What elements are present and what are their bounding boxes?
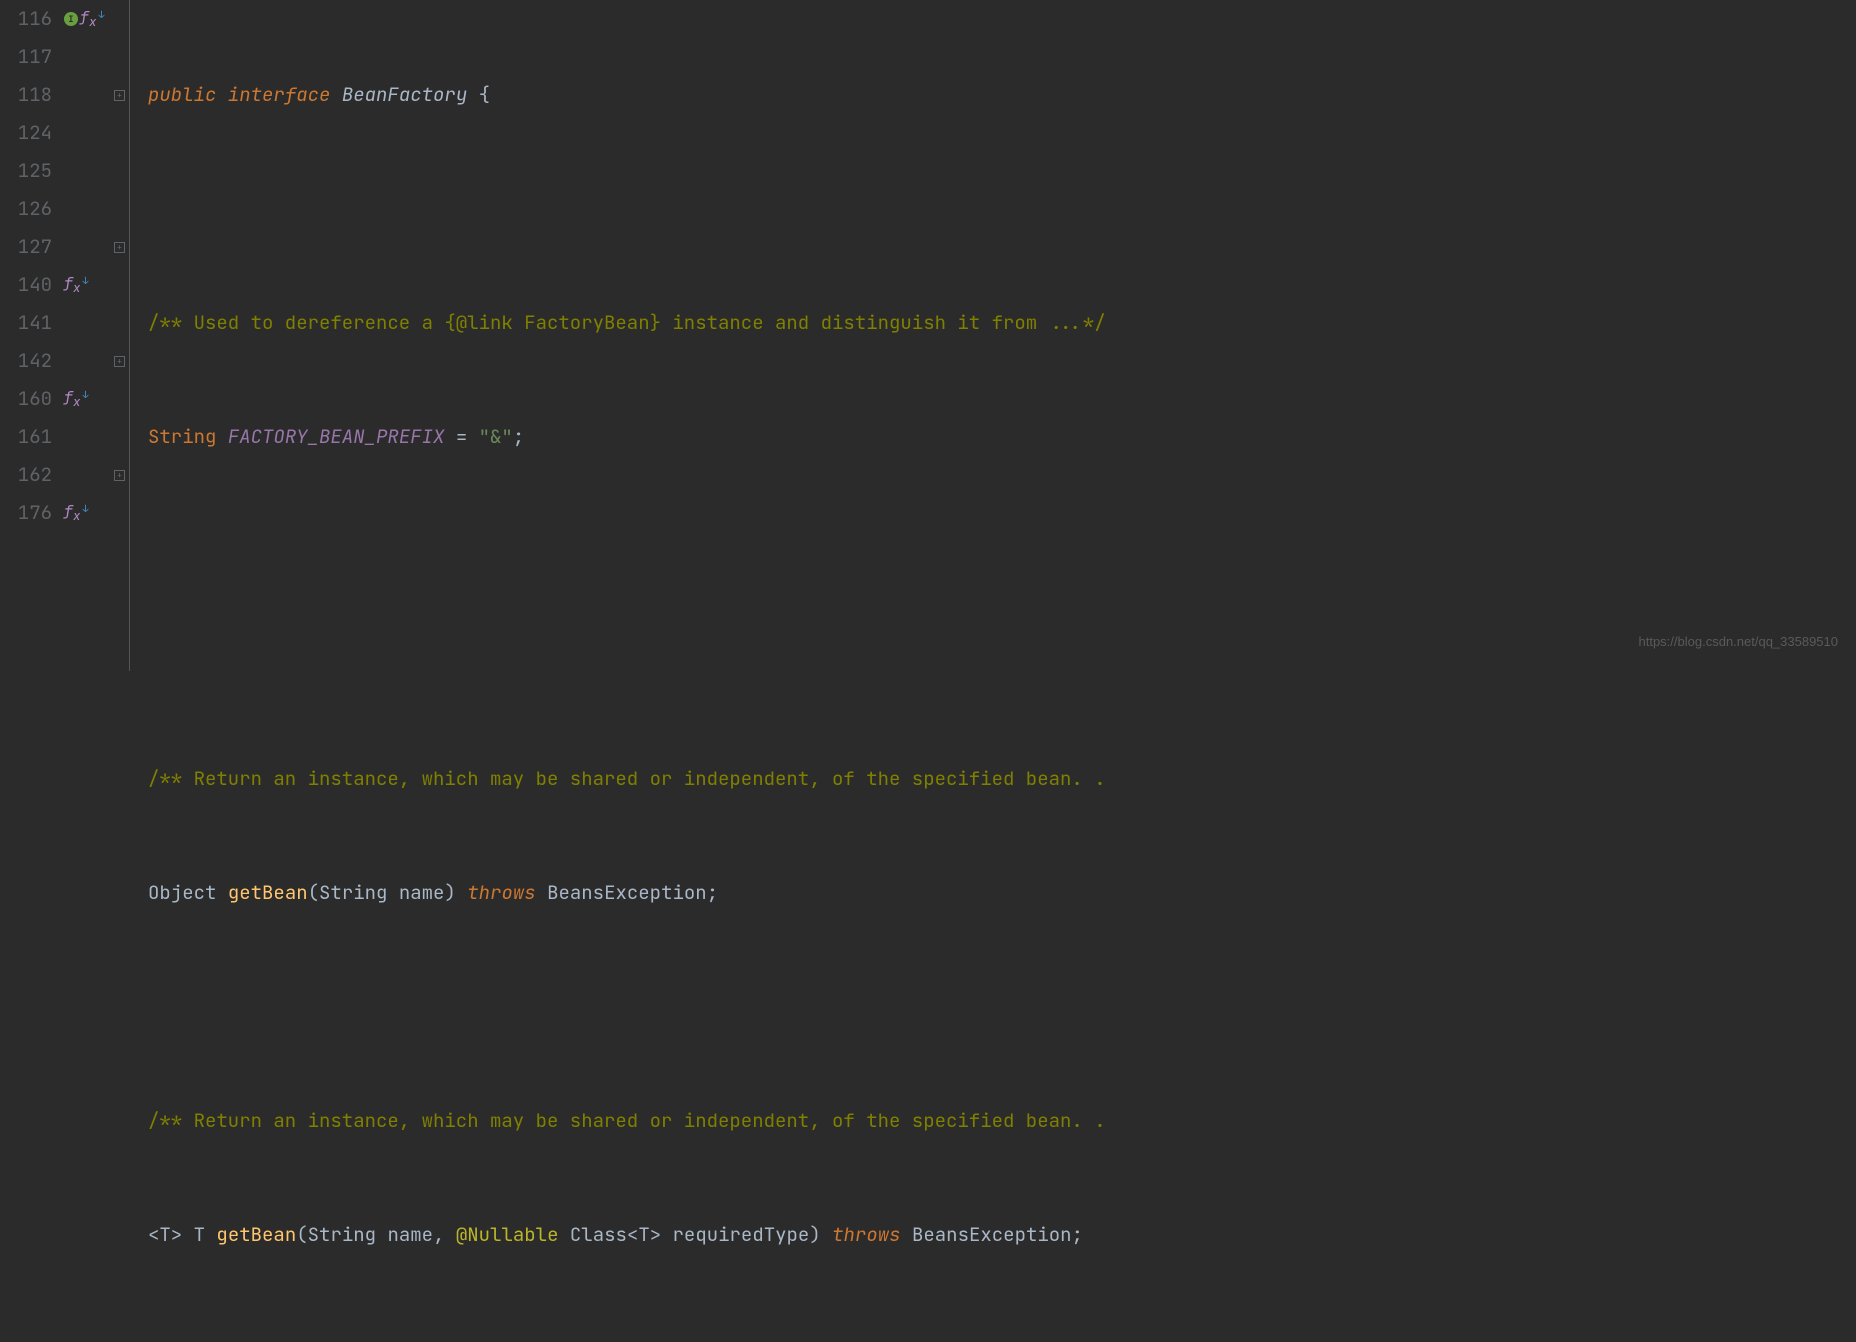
fold-expand-icon[interactable]: + [114, 470, 125, 481]
line-number: 142 [0, 342, 52, 380]
code-area[interactable]: public interface BeanFactory { /** Used … [130, 0, 1856, 671]
line-number-gutter: 116 117 118 124 125 126 127 140 141 142 … [0, 0, 60, 671]
implemented-method-icon[interactable]: fx [80, 0, 97, 41]
code-line [148, 646, 1856, 684]
line-number: 176 [0, 494, 52, 532]
code-line: public interface BeanFactory { [148, 76, 1856, 114]
line-number: 141 [0, 304, 52, 342]
fold-expand-icon[interactable]: + [114, 356, 125, 367]
line-number: 162 [0, 456, 52, 494]
fold-gutter: + + + + [110, 0, 130, 671]
code-line [148, 190, 1856, 228]
implemented-method-icon[interactable]: fx [64, 378, 81, 421]
code-line [148, 532, 1856, 570]
line-number: 117 [0, 38, 52, 76]
line-number: 161 [0, 418, 52, 456]
line-number: 127 [0, 228, 52, 266]
code-editor[interactable]: 116 117 118 124 125 126 127 140 141 142 … [0, 0, 1856, 671]
line-number: 116 [0, 0, 52, 38]
code-line: /** Return an instance, which may be sha… [148, 760, 1856, 798]
implemented-method-icon[interactable]: fx [64, 492, 81, 535]
implemented-method-icon[interactable]: fx [64, 264, 81, 307]
line-number: 118 [0, 76, 52, 114]
fold-expand-icon[interactable]: + [114, 242, 125, 253]
code-line: /** Used to dereference a {@link Factory… [148, 304, 1856, 342]
code-line: <T> T getBean(String name, @Nullable Cla… [148, 1216, 1856, 1254]
interface-marker-icon[interactable]: I [64, 12, 78, 26]
gutter-icons-column: I fx fx fx fx [60, 0, 110, 671]
code-line: /** Return an instance, which may be sha… [148, 1102, 1856, 1140]
line-number: 124 [0, 114, 52, 152]
line-number: 126 [0, 190, 52, 228]
line-number: 140 [0, 266, 52, 304]
line-number: 125 [0, 152, 52, 190]
code-line [148, 988, 1856, 1026]
line-number: 160 [0, 380, 52, 418]
code-line [148, 1330, 1856, 1342]
fold-expand-icon[interactable]: + [114, 90, 125, 101]
watermark-text: https://blog.csdn.net/qq_33589510 [1639, 623, 1839, 661]
code-line: String FACTORY_BEAN_PREFIX = "&"; [148, 418, 1856, 456]
code-line: Object getBean(String name) throws Beans… [148, 874, 1856, 912]
